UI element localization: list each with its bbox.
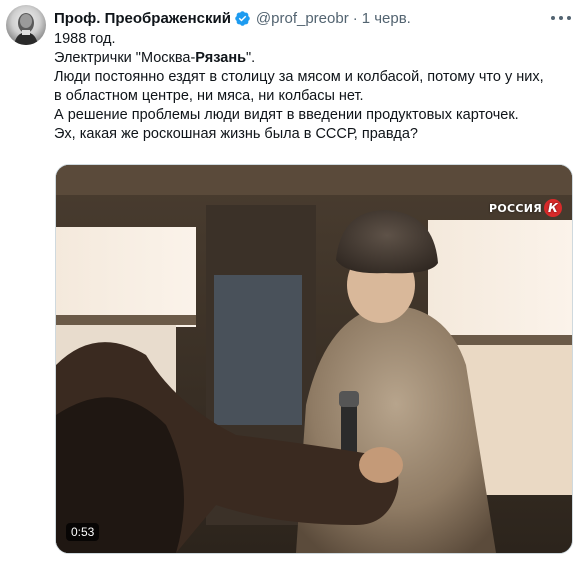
more-dot: [559, 16, 563, 20]
more-dot: [551, 16, 555, 20]
text-line: в областном центре, ни мяса, ни колбасы …: [54, 88, 364, 104]
verified-badge-icon: [235, 10, 250, 26]
text-fragment: ".: [246, 50, 256, 66]
text-fragment: Электрички "Москва-: [54, 50, 196, 66]
author-avatar[interactable]: [6, 5, 46, 45]
channel-logo-mark: К: [544, 199, 562, 217]
video-duration-badge: 0:53: [66, 523, 100, 541]
author-name[interactable]: Проф. Преображенский: [54, 10, 231, 27]
text-line: Люди постоянно ездят в столицу за мясом …: [54, 69, 544, 85]
channel-logo: РОССИЯ К: [489, 199, 562, 217]
text-bold-fragment: Рязань: [195, 50, 246, 66]
channel-logo-text: РОССИЯ: [488, 201, 542, 215]
more-dot: [567, 16, 571, 20]
text-line: Электрички "Москва-Рязань".: [54, 49, 569, 68]
author-handle[interactable]: @prof_preobr: [256, 10, 349, 27]
more-options-icon[interactable]: [551, 10, 571, 26]
tweet-date[interactable]: 1 черв.: [362, 10, 411, 27]
text-line: Эх, какая же роскошная жизнь была в СССР…: [54, 126, 418, 142]
text-line: 1988 год.: [54, 31, 116, 47]
video-player[interactable]: РОССИЯ К 0:53: [55, 164, 573, 554]
avatar-portrait-icon: [14, 13, 38, 45]
text-line: А решение проблемы люди видят в введении…: [54, 107, 519, 123]
tweet-text: 1988 год. Электрички "Москва-Рязань". Лю…: [54, 30, 569, 144]
tweet-header: Проф. Преображенский @prof_preobr · 1 че…: [54, 8, 411, 28]
video-frame-image: [56, 165, 572, 553]
header-separator: ·: [352, 9, 358, 27]
tweet-card: Проф. Преображенский @prof_preobr · 1 че…: [0, 0, 583, 563]
